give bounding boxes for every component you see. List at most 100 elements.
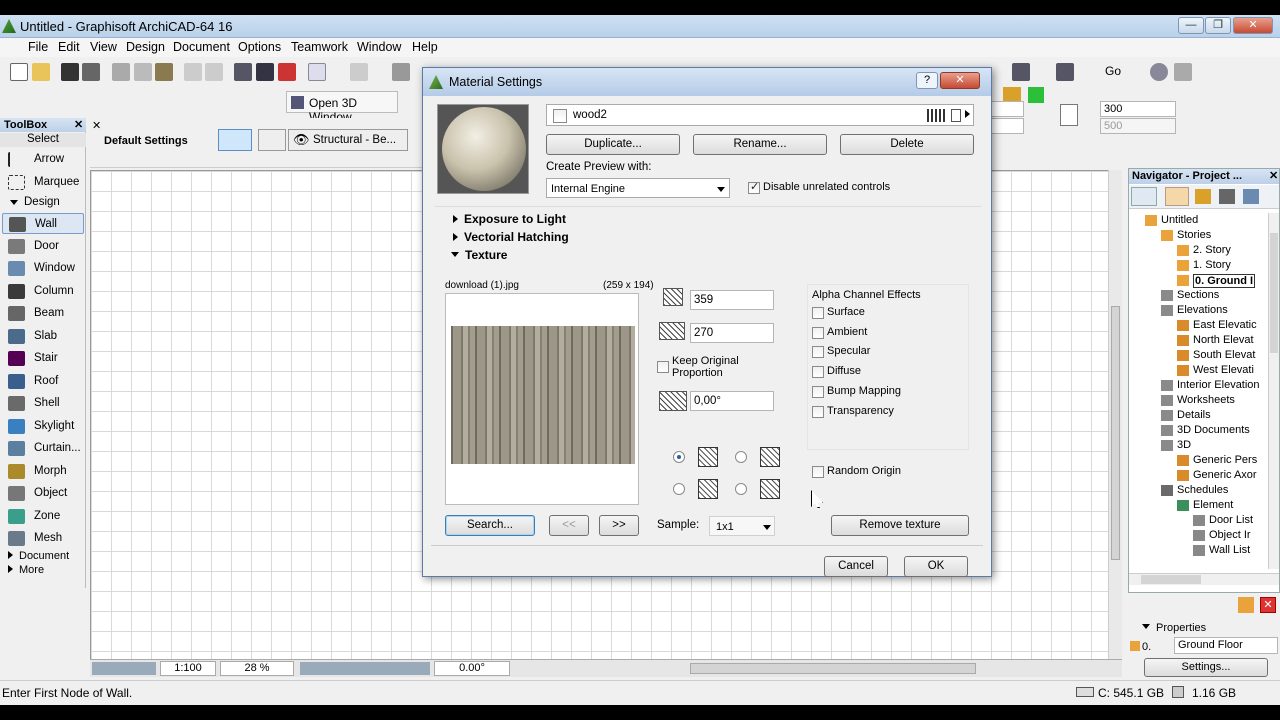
texture-width-field[interactable]: 359	[690, 290, 774, 310]
menu-design[interactable]: Design	[126, 40, 165, 54]
canvas-vertical-scrollbar[interactable]	[1108, 170, 1122, 675]
print-icon[interactable]	[82, 63, 100, 81]
zoom-tools-icons[interactable]	[300, 662, 430, 675]
height-field-500[interactable]: 500	[1100, 118, 1176, 134]
hatching-section-header[interactable]: Vectorial Hatching	[453, 230, 569, 244]
tool-morph[interactable]: Morph	[2, 461, 84, 482]
search-texture-button[interactable]: Search...	[445, 515, 535, 536]
publisher-tab[interactable]	[1243, 189, 1259, 204]
menu-options[interactable]: Options	[238, 40, 281, 54]
new-file-icon[interactable]	[10, 63, 28, 81]
duplicate-button[interactable]: Duplicate...	[546, 134, 680, 155]
menu-document[interactable]: Document	[173, 40, 230, 54]
minimize-button[interactable]: —	[1178, 17, 1204, 34]
tool-door[interactable]: Door	[2, 236, 84, 257]
height-field-300[interactable]: 300	[1100, 101, 1176, 117]
maximize-button[interactable]: ❐	[1205, 17, 1231, 34]
tool-arrow[interactable]: Arrow	[2, 149, 84, 170]
new-view-icon[interactable]	[1238, 597, 1254, 613]
toolbox-design-header[interactable]: Design	[0, 195, 86, 210]
property-name-field[interactable]: Ground Floor	[1174, 637, 1278, 654]
info-field-a[interactable]	[990, 101, 1024, 117]
magic-wand-icon[interactable]	[308, 63, 326, 81]
navigator-mode-button[interactable]	[1131, 187, 1157, 206]
layer-icon[interactable]	[258, 129, 286, 151]
cloud-icon[interactable]	[1150, 63, 1168, 81]
previous-texture-button[interactable]: <<	[549, 515, 589, 536]
structural-function-dropdown[interactable]: 👁 Structural - Be...	[288, 129, 408, 151]
tool-column[interactable]: Column	[2, 281, 84, 302]
tool-shell[interactable]: Shell	[2, 393, 84, 414]
go-button[interactable]: Go	[1105, 64, 1121, 78]
eyedropper-icon[interactable]	[256, 63, 274, 81]
tool-zone[interactable]: Zone	[2, 506, 84, 527]
tool-mesh[interactable]: Mesh	[2, 528, 84, 549]
tool-beam[interactable]: Beam	[2, 303, 84, 324]
preview-engine-select[interactable]: Internal Engine	[546, 178, 730, 198]
cancel-button[interactable]: Cancel	[824, 556, 888, 577]
texture-mode-radio-4[interactable]	[735, 483, 747, 495]
delete-view-icon[interactable]: ✕	[1260, 597, 1276, 613]
alpha-specular-checkbox[interactable]	[812, 346, 824, 359]
tool-window[interactable]: Window	[2, 258, 84, 279]
close-window-button[interactable]: ✕	[1233, 17, 1273, 34]
next-texture-button[interactable]: >>	[599, 515, 639, 536]
navigator-hscroll-thumb[interactable]	[1141, 575, 1201, 584]
canvas-horizontal-scroll-thumb[interactable]	[690, 663, 976, 674]
syringe-icon[interactable]	[278, 63, 296, 81]
redo-icon[interactable]	[205, 63, 223, 81]
tool-wall[interactable]: Wall	[2, 213, 84, 234]
navigator-settings-button[interactable]: Settings...	[1144, 658, 1268, 677]
remove-texture-button[interactable]: Remove texture	[831, 515, 969, 536]
layout-book-tab[interactable]	[1219, 189, 1235, 204]
navigator-scroll-thumb[interactable]	[1270, 233, 1278, 353]
menu-edit[interactable]: Edit	[58, 40, 80, 54]
canvas-scroll-thumb[interactable]	[1111, 306, 1120, 560]
view-map-tab[interactable]	[1195, 189, 1211, 204]
undo-icon[interactable]	[184, 63, 202, 81]
texture-angle-field[interactable]: 0,00°	[690, 391, 774, 411]
colored-layers-icon[interactable]	[1028, 87, 1044, 103]
alpha-bump-mapping-checkbox[interactable]	[812, 385, 824, 398]
material-name-bar[interactable]: wood2	[546, 104, 974, 126]
texture-section-header[interactable]: Texture	[451, 248, 507, 262]
menu-help[interactable]: Help	[412, 40, 438, 54]
infobox-close-button[interactable]: ✕	[92, 119, 101, 132]
menu-view[interactable]: View	[90, 40, 117, 54]
properties-toggle[interactable]: Properties	[1142, 622, 1206, 634]
scale-field[interactable]: 1:100	[160, 661, 216, 676]
tool-slab[interactable]: Slab	[2, 326, 84, 347]
ok-button[interactable]: OK	[904, 556, 968, 577]
texture-height-field[interactable]: 270	[690, 323, 774, 343]
dialog-close-button[interactable]: ✕	[940, 72, 980, 89]
info-field-b[interactable]	[990, 118, 1024, 134]
tool-stair[interactable]: Stair	[2, 348, 84, 369]
alpha-ambient-checkbox[interactable]	[812, 326, 824, 339]
copy-icon[interactable]	[134, 63, 152, 81]
alpha-surface-checkbox[interactable]	[812, 307, 824, 319]
find-select-icon[interactable]	[234, 63, 252, 81]
toolbox-document-section[interactable]: Document	[8, 550, 69, 562]
zoom-field[interactable]: 28 %	[220, 661, 294, 676]
toolbox-more-section[interactable]: More	[8, 564, 44, 576]
paste-icon[interactable]	[155, 63, 173, 81]
toolbox-close-button[interactable]: ✕	[74, 118, 83, 132]
dialog-help-button[interactable]: ?	[916, 72, 938, 89]
save-icon[interactable]	[61, 63, 79, 81]
navigator-close-button[interactable]: ✕	[1269, 169, 1278, 184]
open-folder-icon[interactable]	[32, 63, 50, 81]
view-navigation-icons[interactable]	[92, 662, 156, 675]
project-map-tab[interactable]	[1165, 187, 1189, 206]
view-settings-icon[interactable]	[1056, 63, 1074, 81]
navigator-horizontal-scrollbar[interactable]	[1129, 573, 1279, 585]
texture-mode-radio-1[interactable]	[673, 451, 685, 463]
layer-combo-icon[interactable]	[1012, 63, 1030, 81]
tool-marquee[interactable]: Marquee	[2, 172, 84, 193]
menu-file[interactable]: File	[28, 40, 48, 54]
settings-button[interactable]	[218, 129, 252, 151]
trim-icon[interactable]	[350, 63, 368, 81]
cut-icon[interactable]	[112, 63, 130, 81]
texture-mode-radio-3[interactable]	[673, 483, 685, 495]
tool-curtain[interactable]: Curtain...	[2, 438, 84, 459]
open-3d-window-button[interactable]: Open 3D Window	[286, 91, 398, 124]
